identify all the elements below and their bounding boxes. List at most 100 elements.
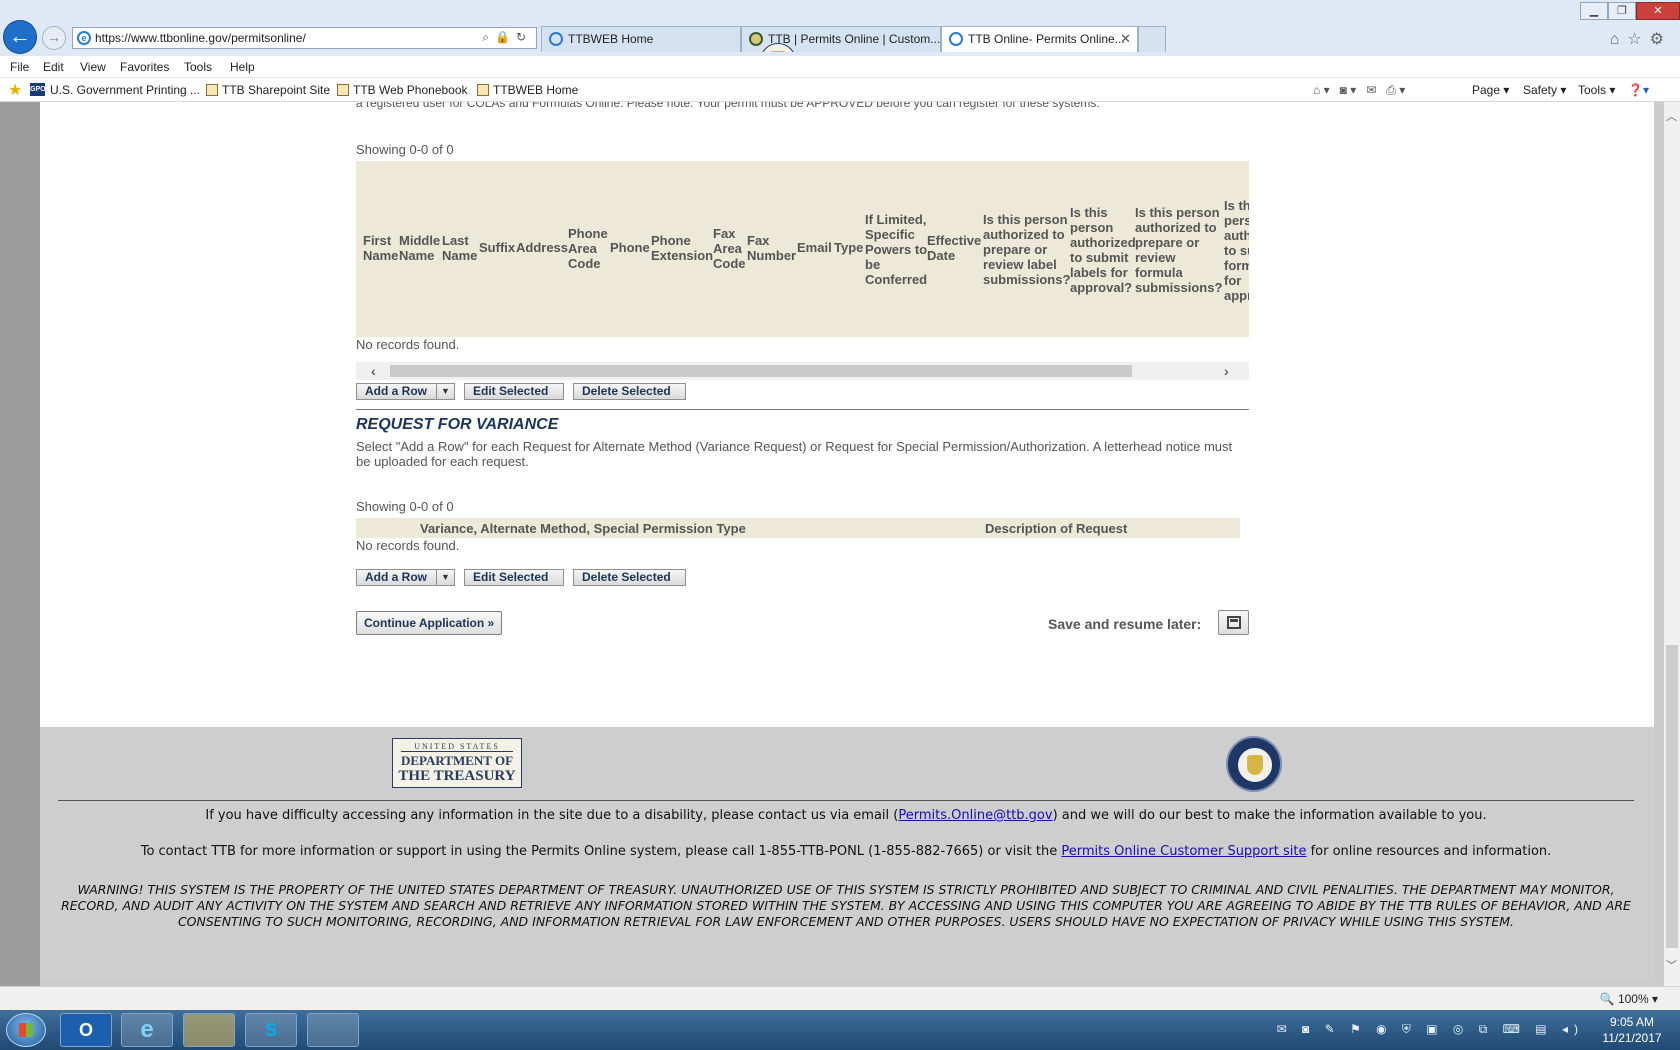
home-icon[interactable]: ⌂ xyxy=(1313,83,1320,97)
mail-icon[interactable]: ✉ xyxy=(1366,83,1376,97)
printer-icon[interactable]: ⎙ xyxy=(1386,83,1396,97)
zoom-control[interactable]: 🔍 100% ▾ xyxy=(1600,992,1658,1006)
col-suffix[interactable]: Suffix xyxy=(479,240,519,255)
home-icon[interactable]: ⌂ xyxy=(1610,31,1628,48)
grid1-edit-selected-button[interactable]: Edit Selected xyxy=(464,383,564,400)
skype-icon[interactable]: S xyxy=(245,1013,297,1047)
feeds-icon[interactable]: ◙ xyxy=(1340,83,1347,97)
refresh-icon[interactable]: ↻ xyxy=(516,30,532,44)
back-button[interactable]: ← xyxy=(3,20,37,54)
menu-favorites[interactable]: Favorites xyxy=(120,60,169,74)
variance-delete-selected-button[interactable]: Delete Selected xyxy=(573,569,686,586)
scroll-thumb[interactable] xyxy=(1666,645,1678,948)
new-tab-button[interactable] xyxy=(1138,26,1166,52)
tab-label: TTBWEB Home xyxy=(568,32,654,46)
grid1-horizontal-scrollbar[interactable]: ‹ › xyxy=(356,362,1249,380)
scroll-right-icon[interactable]: › xyxy=(1224,362,1229,380)
close-window-button[interactable]: ✕ xyxy=(1636,2,1680,20)
col-phone-extension[interactable]: Phone Extension xyxy=(651,233,717,263)
col-specific-powers[interactable]: If Limited, Specific Powers to be Confer… xyxy=(865,212,929,287)
close-tab-icon[interactable]: ✕ xyxy=(1120,27,1131,51)
file-explorer-icon[interactable] xyxy=(183,1013,235,1047)
support-email-link[interactable]: Permits.Online@ttb.gov xyxy=(898,808,1052,823)
col-address[interactable]: Address xyxy=(516,240,570,255)
system-clock[interactable]: 9:05 AM 11/21/2017 xyxy=(1592,1014,1672,1046)
scroll-left-icon[interactable]: ‹ xyxy=(371,362,376,380)
col-fax-number[interactable]: Fax Number xyxy=(747,233,797,263)
col-prepare-review-formulas[interactable]: Is this person authorized to prepare or … xyxy=(1135,205,1222,295)
browser-toolbar-icons[interactable]: ⌂☆⚙ xyxy=(1610,29,1672,49)
page-vertical-scrollbar[interactable]: ︿ ﹀ xyxy=(1664,102,1680,986)
favorites-star-icon[interactable]: ★ xyxy=(8,80,22,100)
lock-icon[interactable]: 🔒 xyxy=(495,30,516,44)
customer-support-link[interactable]: Permits Online Customer Support site xyxy=(1061,844,1306,859)
col-email[interactable]: Email xyxy=(797,240,837,255)
col-submit-formulas[interactable]: Is this person authorized to submit form… xyxy=(1224,198,1249,303)
command-tools[interactable]: Tools ▾ xyxy=(1578,83,1615,97)
page-content: a registered user for COLAs and Formulas… xyxy=(40,102,1654,727)
grid1-delete-selected-button[interactable]: Delete Selected xyxy=(573,383,686,400)
variance-edit-selected-button[interactable]: Edit Selected xyxy=(464,569,564,586)
registration-note: a registered user for COLAs and Formulas… xyxy=(356,102,1100,110)
chevron-down-icon[interactable]: ▼ xyxy=(436,570,454,585)
command-page[interactable]: Page ▾ xyxy=(1472,83,1509,97)
zoom-icon: 🔍 xyxy=(1599,992,1615,1006)
text-segment: for online resources and information. xyxy=(1306,844,1552,859)
minimize-button[interactable]: ▁ xyxy=(1580,2,1608,20)
menu-bar: File Edit View Favorites Tools Help xyxy=(0,56,1680,78)
save-resume-button[interactable] xyxy=(1218,610,1249,635)
address-bar[interactable]: e ⌕🔒↻ xyxy=(72,27,537,49)
address-bar-icons[interactable]: ⌕🔒↻ xyxy=(482,30,532,45)
favorite-ttb-phonebook[interactable]: TTB Web Phonebook xyxy=(337,83,468,97)
scroll-thumb[interactable] xyxy=(390,365,1132,377)
browser-status-bar: 🔍 100% ▾ xyxy=(0,986,1680,1010)
favorites-star-icon[interactable]: ☆ xyxy=(1627,31,1649,48)
tab-ttbweb-home[interactable]: TTBWEB Home xyxy=(541,26,741,52)
continue-application-button[interactable]: Continue Application » xyxy=(356,611,503,635)
col-description-of-request[interactable]: Description of Request xyxy=(985,521,1127,536)
command-safety[interactable]: Safety ▾ xyxy=(1523,83,1566,97)
url-input[interactable] xyxy=(95,30,435,46)
col-fax-area-code[interactable]: Fax Area Code xyxy=(713,226,747,271)
start-button[interactable] xyxy=(6,1013,46,1047)
menu-view[interactable]: View xyxy=(80,60,106,74)
outlook-icon[interactable]: O xyxy=(60,1013,112,1047)
col-phone[interactable]: Phone xyxy=(610,240,654,255)
footer-divider xyxy=(58,800,1634,801)
col-prepare-review-labels[interactable]: Is this person authorized to prepare or … xyxy=(983,212,1071,287)
tab-ttb-online-permits[interactable]: TTB Online- Permits Online... ✕ xyxy=(941,26,1138,52)
grid1-add-row-button[interactable]: Add a Row ▼ xyxy=(356,383,455,400)
menu-tools[interactable]: Tools xyxy=(184,60,212,74)
page-viewport: a registered user for COLAs and Formulas… xyxy=(0,102,1680,986)
tab-permits-online-support[interactable]: TTB | Permits Online | Custom... xyxy=(741,26,941,52)
system-tray[interactable]: ✉ ◙ ✎ ⚑ ◉ ⛨ ▣ ◎ ⧉ ⌨ ▤ ◂) xyxy=(1277,1022,1584,1037)
col-middle-name[interactable]: Middle Name xyxy=(399,233,443,263)
col-last-name[interactable]: Last Name xyxy=(442,233,480,263)
favorite-gpo[interactable]: U.S. Government Printing ... xyxy=(50,83,200,97)
gear-icon[interactable]: ⚙ xyxy=(1650,31,1672,48)
col-submit-labels[interactable]: Is this person authorized to submit labe… xyxy=(1070,205,1136,295)
scroll-up-icon[interactable]: ︿ xyxy=(1666,108,1677,124)
scroll-down-icon[interactable]: ﹀ xyxy=(1666,957,1677,973)
col-phone-area-code[interactable]: Phone Area Code xyxy=(568,226,612,271)
ie-page-icon xyxy=(206,84,218,96)
col-effective-date[interactable]: Effective Date xyxy=(927,233,985,263)
forward-button[interactable]: → xyxy=(42,26,66,50)
help-icon[interactable]: ❓▾ xyxy=(1628,83,1649,97)
col-variance-type[interactable]: Variance, Alternate Method, Special Perm… xyxy=(420,521,746,536)
menu-edit[interactable]: Edit xyxy=(43,60,64,74)
search-icon[interactable]: ⌕ xyxy=(482,30,495,44)
grid1-no-records: No records found. xyxy=(356,337,460,352)
app-window-icon[interactable] xyxy=(307,1013,359,1047)
col-first-name[interactable]: First Name xyxy=(363,233,399,263)
favorite-label: TTBWEB Home xyxy=(493,83,579,97)
command-bar-icons[interactable]: ⌂ ▾ ◙ ▾ ✉ ⎙ ▾ xyxy=(1313,83,1405,98)
menu-help[interactable]: Help xyxy=(230,60,255,74)
internet-explorer-icon[interactable]: e xyxy=(121,1013,173,1047)
chevron-down-icon[interactable]: ▼ xyxy=(436,384,454,399)
favorite-ttbweb-home[interactable]: TTBWEB Home xyxy=(477,83,578,97)
favorite-ttb-sharepoint[interactable]: TTB Sharepoint Site xyxy=(206,83,330,97)
menu-file[interactable]: File xyxy=(10,60,29,74)
variance-add-row-button[interactable]: Add a Row ▼ xyxy=(356,569,455,586)
restore-button[interactable]: ❐ xyxy=(1608,2,1636,20)
